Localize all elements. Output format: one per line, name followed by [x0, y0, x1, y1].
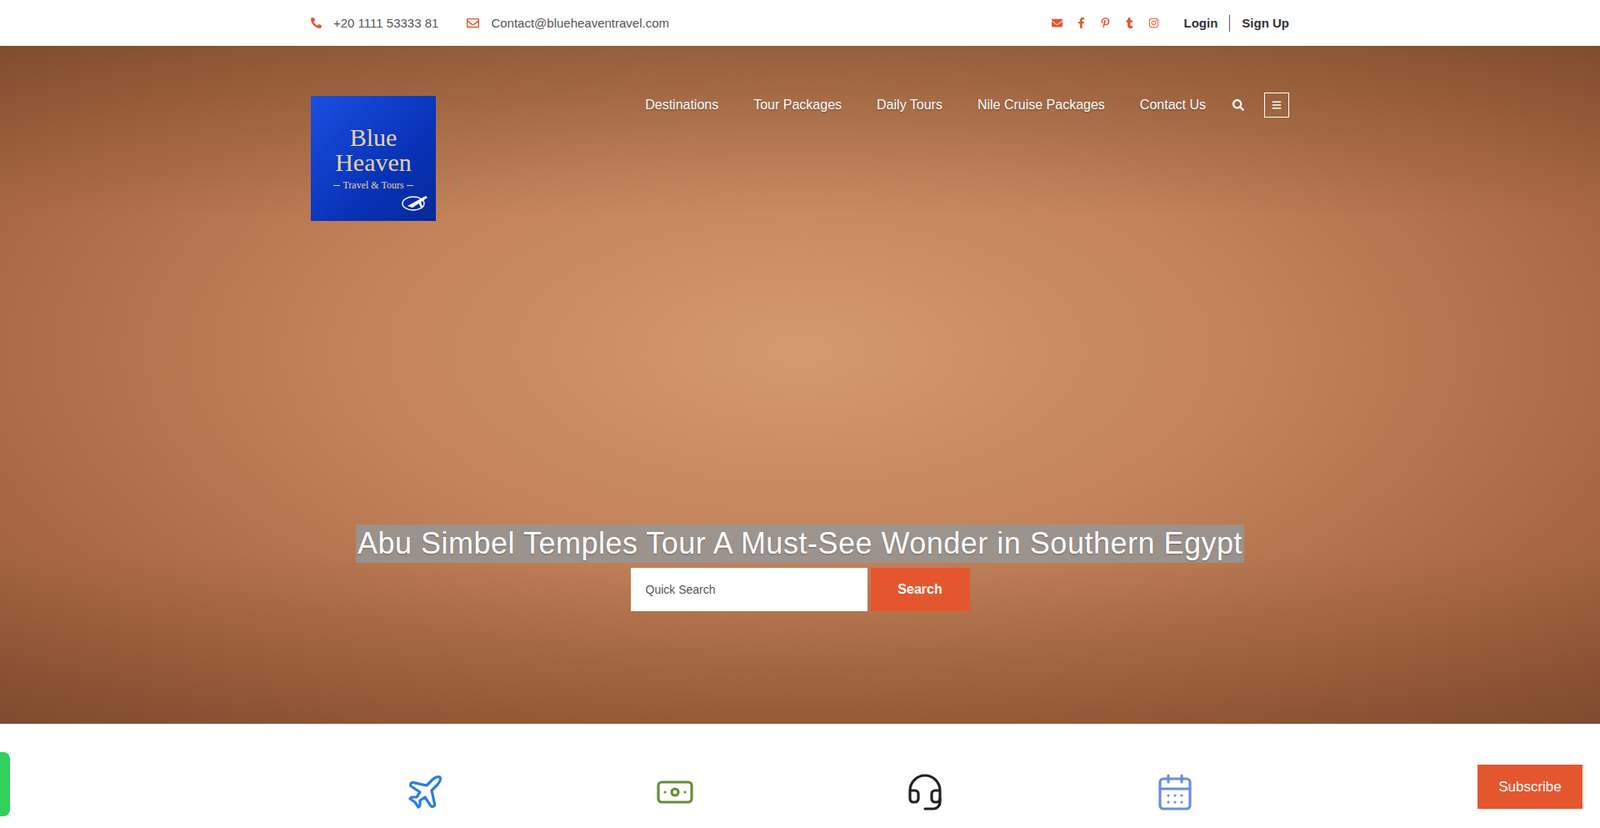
plane-icon: [405, 771, 445, 812]
hero-title: Abu Simbel Temples Tour A Must-See Wonde…: [355, 524, 1245, 563]
logo[interactable]: BlueHeaven Travel & Tours: [310, 95, 436, 221]
search-button[interactable]: Search: [870, 567, 970, 611]
main-nav: Destinations Tour Packages Daily Tours Nile…: [645, 92, 1290, 118]
facebook-icon[interactable]: [1075, 17, 1087, 29]
menu-button[interactable]: [1264, 92, 1290, 118]
contacts: +20 1111 53333 81 Contact@blueheaventrave…: [310, 15, 670, 30]
login-link[interactable]: Login: [1184, 15, 1231, 32]
pinterest-icon[interactable]: [1100, 17, 1111, 29]
plane-icon: [400, 190, 430, 213]
calendar-icon: [1155, 771, 1195, 812]
phone-icon: [310, 17, 322, 29]
subscribe-button[interactable]: Subscribe: [1477, 764, 1583, 809]
top-bar: +20 1111 53333 81 Contact@blueheaventrave…: [0, 0, 1600, 46]
phone[interactable]: +20 1111 53333 81: [310, 15, 439, 30]
feature: [550, 771, 800, 812]
nav-row: BlueHeaven Travel & Tours Destinations Tour…: [310, 95, 1290, 221]
hero-inner: BlueHeaven Travel & Tours Destinations Tour…: [310, 45, 1290, 724]
feature: [300, 771, 550, 812]
feature: [800, 771, 1050, 812]
support-icon: [905, 771, 945, 812]
nav-link[interactable]: Contact Us: [1140, 97, 1206, 113]
hero-content: Abu Simbel Temples Tour A Must-See Wonde…: [310, 220, 1290, 611]
email[interactable]: Contact@blueheaventravel.com: [466, 15, 670, 30]
search-form: Search: [630, 567, 970, 611]
logo-word: Heaven: [335, 150, 412, 175]
logo-tagline: Travel & Tours: [333, 179, 413, 192]
page: +20 1111 53333 81 Contact@blueheaventrave…: [0, 0, 1600, 828]
whatsapp-tab[interactable]: [0, 751, 10, 816]
auth-links: Login Sign Up: [1184, 15, 1290, 32]
nav-tools: [1232, 92, 1290, 118]
nav-link[interactable]: Daily Tours: [876, 97, 943, 113]
feature: [1050, 771, 1300, 812]
money-icon: [655, 771, 695, 812]
signup-link[interactable]: Sign Up: [1241, 15, 1290, 32]
nav-link[interactable]: Destinations: [645, 97, 719, 113]
search-input[interactable]: [630, 567, 868, 611]
nav-link[interactable]: Tour Packages: [753, 97, 842, 113]
tumblr-icon[interactable]: [1124, 17, 1135, 29]
top-bar-row: +20 1111 53333 81 Contact@blueheaventrave…: [310, 0, 1290, 46]
features: [300, 723, 1300, 812]
search-icon[interactable]: [1232, 99, 1245, 111]
top-right: Login Sign Up: [1051, 15, 1290, 32]
instagram-icon[interactable]: [1148, 17, 1160, 29]
nav-link[interactable]: Nile Cruise Packages: [977, 97, 1105, 113]
mail-icon[interactable]: [1051, 17, 1063, 29]
social-links: [1051, 17, 1160, 29]
logo-word: Blue: [350, 125, 398, 150]
envelope-icon: [466, 16, 480, 30]
hero: BlueHeaven Travel & Tours Destinations Tour…: [0, 45, 1600, 724]
hamburger-icon: [1271, 100, 1282, 110]
